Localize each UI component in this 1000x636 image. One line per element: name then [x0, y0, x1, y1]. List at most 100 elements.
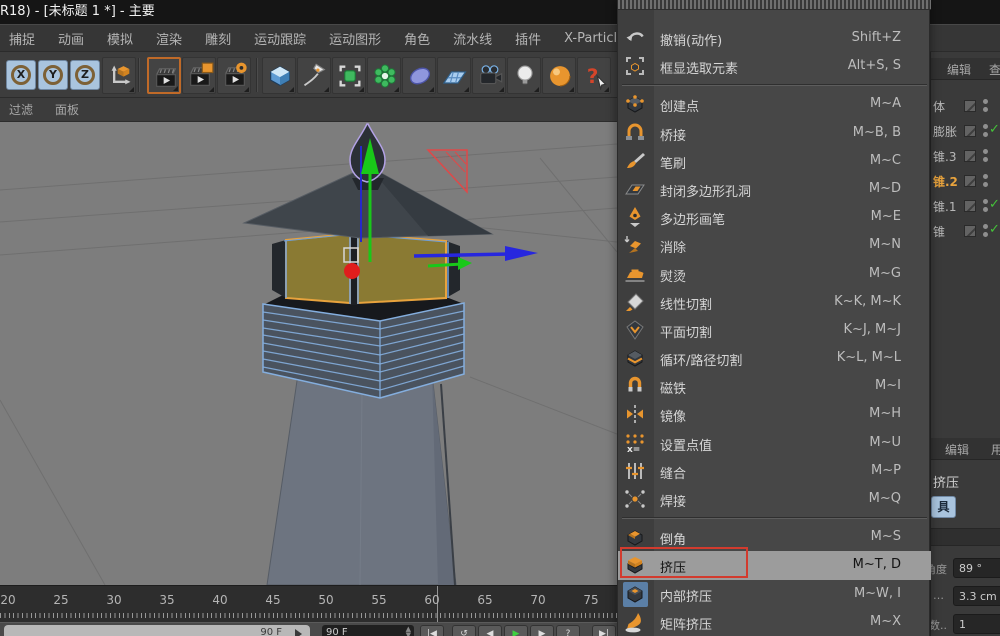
- attribute-user-menu[interactable]: 用: [991, 441, 1000, 458]
- object-row[interactable]: 锥.3: [931, 144, 1000, 169]
- go-to-end-button[interactable]: ▶|: [592, 625, 616, 636]
- menu-item-iron[interactable]: 熨烫M~G: [618, 260, 931, 288]
- timeline-ruler[interactable]: 202530354045505560657075: [0, 585, 617, 622]
- spinner-icon[interactable]: ▲▼: [406, 626, 411, 636]
- menu-item-dissolve[interactable]: 消除M~N: [618, 231, 931, 259]
- deformers-button[interactable]: [367, 57, 401, 94]
- menu-item-frame-selected[interactable]: 框显选取元素Alt+S, S: [618, 52, 931, 80]
- fields-button[interactable]: [402, 57, 436, 94]
- object-name[interactable]: 锥.2: [933, 173, 958, 190]
- menu-item-weld[interactable]: 焊接M~Q: [618, 485, 931, 513]
- rotation-handle[interactable]: [428, 150, 467, 192]
- menu-item-bridge[interactable]: 桥接M~B, B: [618, 119, 931, 147]
- menu-item-plane-cut[interactable]: 平面切割K~J, M~J: [618, 316, 931, 344]
- axis-lock-toggle-x[interactable]: X: [6, 60, 36, 90]
- enabled-check-icon[interactable]: ✓: [989, 222, 1000, 237]
- menubar-item-3[interactable]: 渲染: [156, 29, 182, 48]
- texture-toggle-icon[interactable]: [964, 125, 976, 137]
- menu-item-extrude-inner[interactable]: 内部挤压M~W, I: [618, 580, 931, 608]
- render-settings-button[interactable]: [217, 57, 251, 94]
- visibility-dots-icon[interactable]: [983, 99, 988, 113]
- material-button[interactable]: [542, 57, 576, 94]
- context-menu-grip[interactable]: [618, 0, 931, 10]
- attribute-value-field[interactable]: 3.3 cm: [953, 586, 1000, 606]
- spline-pen-button[interactable]: [297, 57, 331, 94]
- primitive-cube-button[interactable]: [262, 57, 296, 94]
- texture-toggle-icon[interactable]: [964, 150, 976, 162]
- object-name[interactable]: 锥.1: [933, 198, 956, 215]
- enabled-check-icon[interactable]: ✓: [989, 122, 1000, 137]
- light-button[interactable]: [507, 57, 541, 94]
- axis-lock-toggle-z[interactable]: Z: [70, 60, 100, 90]
- menu-item-matrix-extrude[interactable]: 矩阵挤压M~X: [618, 608, 931, 636]
- attribute-value-field[interactable]: 1: [953, 614, 1000, 634]
- visibility-dots-icon[interactable]: [983, 124, 988, 138]
- menubar-item-7[interactable]: 角色: [404, 29, 430, 48]
- enabled-check-icon[interactable]: ✓: [989, 197, 1000, 212]
- menu-item-brush[interactable]: 笔刷M~C: [618, 147, 931, 175]
- texture-toggle-icon[interactable]: [964, 225, 976, 237]
- object-name[interactable]: 锥.3: [933, 148, 956, 165]
- end-frame-field[interactable]: 90 F ▲▼: [322, 625, 414, 636]
- visibility-dots-icon[interactable]: [983, 149, 988, 163]
- menu-item-create-point[interactable]: 创建点M~A: [618, 90, 931, 118]
- menubar-item-8[interactable]: 流水线: [453, 29, 492, 48]
- menu-item-close-polygon-hole[interactable]: 封闭多边形孔洞M~D: [618, 175, 931, 203]
- visibility-dots-icon[interactable]: [983, 174, 988, 188]
- generators-button[interactable]: [332, 57, 366, 94]
- sound-button[interactable]: ?: [556, 625, 580, 636]
- menu-item-line-cut[interactable]: 线性切割K~K, M~K: [618, 288, 931, 316]
- menu-item-loop-cut[interactable]: 循环/路径切割K~L, M~L: [618, 344, 931, 372]
- menubar-item-1[interactable]: 动画: [58, 29, 84, 48]
- camera-button[interactable]: [472, 57, 506, 94]
- tool-options-tab[interactable]: 具: [931, 496, 956, 518]
- object-name[interactable]: 体: [933, 98, 945, 115]
- menubar-item-0[interactable]: 捕捉: [9, 29, 35, 48]
- object-manager-view-menu[interactable]: 查: [989, 61, 1000, 78]
- viewport[interactable]: [0, 122, 617, 585]
- step-back-button[interactable]: ◀: [478, 625, 502, 636]
- object-row[interactable]: 锥.1 ✓: [931, 194, 1000, 219]
- object-row[interactable]: 体: [931, 94, 1000, 119]
- texture-toggle-icon[interactable]: [964, 100, 976, 112]
- axis-lock-toggle-y[interactable]: Y: [38, 60, 68, 90]
- step-forward-button[interactable]: ▶: [530, 625, 554, 636]
- loop-button[interactable]: ↺: [452, 625, 476, 636]
- menu-item-set-point-value[interactable]: x=设置点值M~U: [618, 429, 931, 457]
- lighthouse-tower-body[interactable]: [267, 374, 456, 585]
- menubar-item-4[interactable]: 雕刻: [205, 29, 231, 48]
- menu-item-stitch[interactable]: 缝合M~P: [618, 457, 931, 485]
- menu-item-polygon-pen[interactable]: 多边形画笔M~E: [618, 203, 931, 231]
- menu-item-mirror[interactable]: 镜像M~H: [618, 400, 931, 428]
- go-to-start-button[interactable]: |◀: [420, 625, 444, 636]
- render-view-button[interactable]: [147, 57, 181, 94]
- menubar-item-6[interactable]: 运动图形: [329, 29, 381, 48]
- attribute-value-field[interactable]: 89 °: [953, 558, 1000, 578]
- object-row[interactable]: 锥.2: [931, 169, 1000, 194]
- object-name[interactable]: 锥: [933, 223, 945, 240]
- visibility-dots-icon[interactable]: [983, 199, 988, 213]
- axis-lock-button[interactable]: [102, 57, 136, 94]
- object-manager-edit-menu[interactable]: 编辑: [947, 61, 971, 78]
- play-button[interactable]: ▶: [504, 625, 528, 636]
- attribute-edit-menu[interactable]: 编辑: [945, 441, 969, 458]
- render-picture-button[interactable]: [182, 57, 216, 94]
- timeline-slider[interactable]: 90 F: [4, 625, 310, 636]
- texture-toggle-icon[interactable]: [964, 175, 976, 187]
- viewport-menu-item-0[interactable]: 过滤: [9, 101, 33, 118]
- stitch-icon: [623, 459, 648, 484]
- object-name[interactable]: 膨胀: [933, 123, 957, 140]
- menubar-item-2[interactable]: 模拟: [107, 29, 133, 48]
- environment-button[interactable]: [437, 57, 471, 94]
- menubar-item-9[interactable]: 插件: [515, 29, 541, 48]
- texture-toggle-icon[interactable]: [964, 200, 976, 212]
- lighthouse-walls[interactable]: [272, 234, 460, 305]
- menubar-item-5[interactable]: 运动跟踪: [254, 29, 306, 48]
- object-row[interactable]: 膨胀 ✓: [931, 119, 1000, 144]
- menu-item-magnet[interactable]: 磁铁M~I: [618, 372, 931, 400]
- menu-item-undo[interactable]: 撤销(动作)Shift+Z: [618, 24, 931, 52]
- object-row[interactable]: 锥✓: [931, 219, 1000, 244]
- help-button[interactable]: ?: [577, 57, 611, 94]
- viewport-menu-item-1[interactable]: 面板: [55, 101, 79, 118]
- visibility-dots-icon[interactable]: [983, 224, 988, 238]
